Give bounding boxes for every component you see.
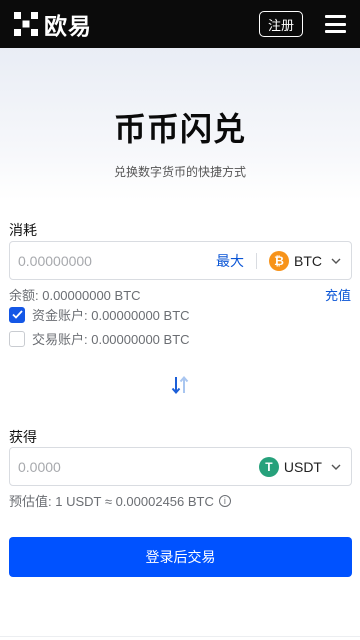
login-to-trade-button[interactable]: 登录后交易 <box>9 537 352 577</box>
receive-coin-selector[interactable]: T USDT <box>258 456 351 477</box>
usdt-coin-icon: T <box>258 456 279 477</box>
spend-coin-selector[interactable]: ₿ BTC <box>269 250 351 271</box>
receive-label: 获得 <box>9 429 37 445</box>
spend-balance: 余额: 0.00000000 BTC <box>9 288 141 303</box>
brand-name: 欧易 <box>44 13 92 39</box>
estimate-text: 预估值: 1 USDT ≈ 0.00002456 BTC <box>9 494 214 509</box>
spend-label: 消耗 <box>9 222 37 238</box>
funding-account-label: 资金账户: 0.00000000 BTC <box>32 308 190 323</box>
chevron-down-icon <box>331 258 341 264</box>
receive-coin-label: USDT <box>283 458 322 475</box>
spend-amount-field: 最大 ₿ BTC <box>9 241 352 280</box>
funding-account-checkbox[interactable] <box>9 306 25 323</box>
bottom-divider <box>0 636 360 637</box>
check-icon <box>11 310 23 319</box>
top-navigation-bar: 欧易 注册 <box>0 0 360 48</box>
info-icon[interactable]: i <box>218 494 231 507</box>
page-title: 币币闪兑 <box>113 111 246 147</box>
exchange-rate-estimate: 预估值: 1 USDT ≈ 0.00002456 BTC i <box>9 491 231 510</box>
receive-amount-input[interactable] <box>10 448 259 485</box>
register-button[interactable]: 注册 <box>258 11 303 37</box>
max-button[interactable]: 最大 <box>216 251 256 271</box>
funding-account-option[interactable]: 资金账户: 0.00000000 BTC <box>9 305 190 324</box>
page-subtitle: 兑换数字货币的快捷方式 <box>113 165 246 179</box>
hamburger-menu-icon[interactable] <box>325 15 346 33</box>
btc-coin-icon: ₿ <box>269 250 289 271</box>
trading-account-option[interactable]: 交易账户: 0.00000000 BTC <box>9 329 190 348</box>
swap-arrows-icon[interactable] <box>169 374 191 396</box>
okx-logo-icon <box>14 12 38 36</box>
spend-coin-label: BTC <box>294 252 322 269</box>
trading-account-label: 交易账户: 0.00000000 BTC <box>32 332 190 347</box>
chevron-down-icon <box>331 464 341 470</box>
receive-amount-field: T USDT <box>9 447 352 486</box>
field-divider <box>256 252 257 269</box>
trading-account-checkbox[interactable] <box>9 330 25 347</box>
deposit-link[interactable]: 充值 <box>325 285 351 304</box>
spend-amount-input[interactable] <box>10 242 216 279</box>
brand-logo[interactable]: 欧易 <box>14 7 92 41</box>
